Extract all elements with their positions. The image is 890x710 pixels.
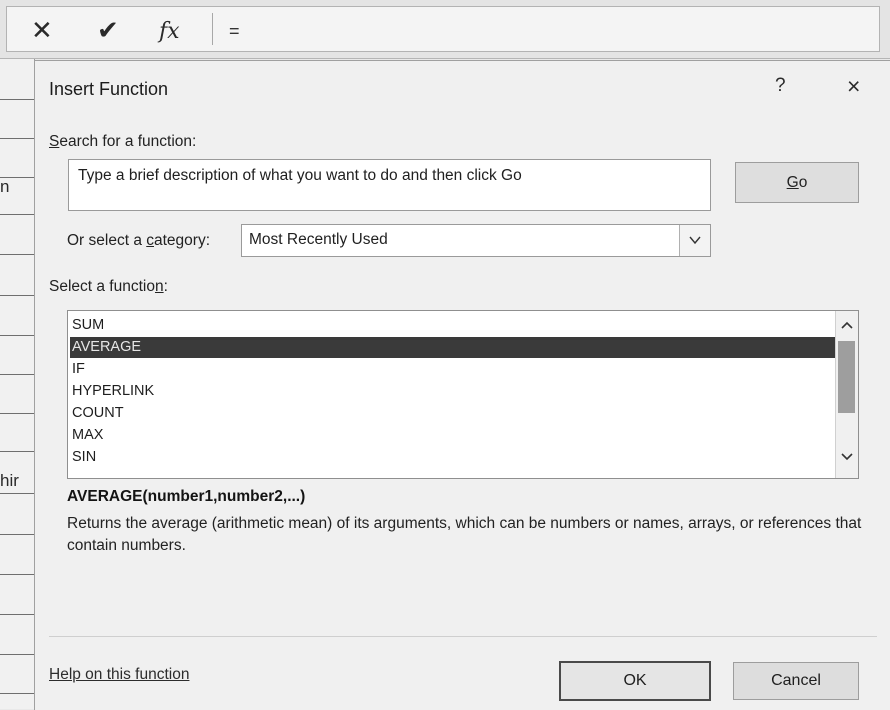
function-item-hyperlink[interactable]: HYPERLINK: [70, 381, 856, 402]
function-item-count[interactable]: COUNT: [70, 403, 856, 424]
row-gridline: [0, 451, 34, 452]
row-gridline: [0, 374, 34, 375]
row-gridline: [0, 574, 34, 575]
cancel-button[interactable]: Cancel: [733, 662, 859, 700]
row-gridline: [0, 214, 34, 215]
row-gridline: [0, 99, 34, 100]
function-item-if[interactable]: IF: [70, 359, 856, 380]
help-on-function-link[interactable]: Help on this function: [49, 666, 189, 684]
cell-text-fragment: n: [0, 177, 10, 196]
row-gridline: [0, 493, 34, 494]
insert-function-fx-icon[interactable]: fx: [159, 19, 180, 45]
function-item-sum[interactable]: SUM: [70, 315, 856, 336]
select-function-label: Select a function:: [49, 278, 168, 295]
function-item-average-selected[interactable]: AVERAGE: [70, 337, 853, 358]
category-selected-value: Most Recently Used: [249, 231, 388, 248]
function-list[interactable]: SUM AVERAGE IF HYPERLINK COUNT MAX SIN: [67, 310, 859, 479]
search-label: Search for a function:: [49, 133, 197, 150]
help-question-button[interactable]: ?: [775, 75, 786, 97]
cell-text-fragment: hir: [0, 471, 19, 490]
function-signature: AVERAGE(number1,number2,...): [67, 488, 306, 505]
row-gridline: [0, 534, 34, 535]
scroll-up-chevron-icon[interactable]: [839, 319, 855, 331]
function-list-scrollbar[interactable]: [835, 311, 858, 478]
formula-bar-box: ✕ ✔ fx =: [6, 6, 880, 52]
row-gridline: [0, 177, 34, 178]
worksheet-strip: n hir: [0, 59, 35, 709]
cancel-entry-icon[interactable]: ✕: [31, 17, 53, 43]
formula-bar-separator: [212, 13, 213, 45]
formula-bar: ✕ ✔ fx =: [0, 0, 890, 59]
function-description: Returns the average (arithmetic mean) of…: [67, 515, 862, 554]
footer-divider: [49, 636, 877, 637]
function-search-input[interactable]: Type a brief description of what you wan…: [68, 159, 711, 211]
close-dialog-button[interactable]: ×: [847, 73, 860, 100]
dialog-title: Insert Function: [49, 79, 169, 99]
row-gridline: [0, 295, 34, 296]
scroll-thumb[interactable]: [838, 341, 855, 413]
scroll-down-chevron-icon[interactable]: [839, 451, 855, 463]
insert-function-dialog: Insert Function ? × Search for a functio…: [34, 60, 890, 710]
chevron-down-icon: [689, 236, 701, 245]
row-gridline: [0, 693, 34, 694]
go-button[interactable]: Go: [735, 162, 859, 203]
row-gridline: [0, 254, 34, 255]
function-item-max[interactable]: MAX: [70, 425, 856, 446]
row-gridline: [0, 614, 34, 615]
row-gridline: [0, 335, 34, 336]
function-item-sin[interactable]: SIN: [70, 447, 856, 468]
ok-button[interactable]: OK: [559, 661, 711, 701]
enter-checkmark-icon[interactable]: ✔: [97, 17, 119, 43]
category-dropdown-button[interactable]: [679, 225, 710, 256]
row-gridline: [0, 654, 34, 655]
category-select[interactable]: Most Recently Used: [241, 224, 711, 257]
row-gridline: [0, 413, 34, 414]
category-label: Or select a category:: [67, 232, 211, 249]
row-gridline: [0, 138, 34, 139]
formula-input[interactable]: =: [229, 21, 240, 42]
